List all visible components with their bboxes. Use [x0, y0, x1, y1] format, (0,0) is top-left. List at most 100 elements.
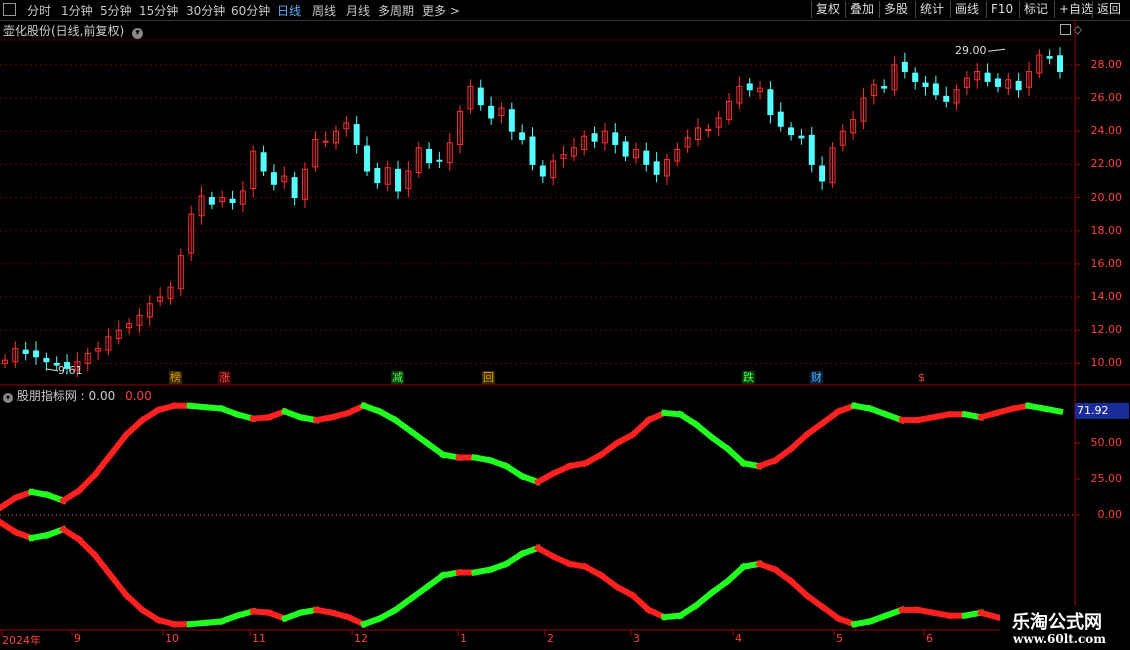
- site-logo: 乐淘公式网 www.60lt.com: [1000, 606, 1130, 650]
- price-tick-label: 20.00: [1090, 190, 1123, 204]
- candle-body: [984, 72, 991, 82]
- candle-body: [291, 177, 298, 199]
- price-tick-label: 24.00: [1090, 124, 1123, 138]
- indicator-upper-segment: [1040, 405, 1064, 415]
- date-label-8: 4: [735, 632, 742, 645]
- high-price-label: 29.00: [955, 44, 987, 58]
- event-marker-2[interactable]: 减: [391, 371, 404, 384]
- price-tick-label: 14.00: [1090, 290, 1123, 304]
- date-label-4: 12: [354, 632, 368, 645]
- candle-body: [932, 83, 939, 96]
- candle-body: [591, 133, 598, 142]
- indicator-upper-segment: [74, 470, 100, 495]
- candle-body: [808, 134, 815, 165]
- event-marker-1[interactable]: 涨: [218, 371, 231, 384]
- date-label-7: 3: [633, 632, 640, 645]
- indicator-tick-label: 25.00: [1090, 472, 1123, 486]
- candle-body: [622, 141, 629, 157]
- candle-body: [260, 152, 267, 172]
- date-label-2: 10: [165, 632, 179, 645]
- date-label-3: 11: [252, 632, 266, 645]
- indicator-upper-segment: [786, 430, 812, 454]
- indicator-lower-segment: [628, 591, 653, 615]
- candle-body: [33, 350, 40, 358]
- date-label-5: 1: [460, 632, 467, 645]
- candle-body: [488, 105, 495, 119]
- candle-body: [788, 127, 795, 136]
- candle-body: [819, 165, 826, 182]
- event-marker-6[interactable]: $: [917, 371, 926, 384]
- price-tick-label: 26.00: [1090, 91, 1123, 105]
- candle-body: [653, 161, 660, 175]
- candle-body: [746, 83, 753, 91]
- candle-body: [1057, 55, 1063, 73]
- candle-body: [477, 87, 484, 106]
- indicator-upper-segment: [691, 420, 717, 442]
- candle-body: [374, 168, 381, 184]
- price-tick-label: 22.00: [1090, 157, 1123, 171]
- date-label-10: 6: [926, 632, 933, 645]
- candle-body: [229, 198, 236, 204]
- date-label-9: 5: [836, 632, 843, 645]
- candle-body: [208, 197, 215, 205]
- candle-body: [22, 349, 29, 354]
- candle-body: [643, 150, 650, 165]
- chart-canvas: [0, 20, 1130, 636]
- date-label-6: 2: [547, 632, 554, 645]
- indicator-lower-segment: [106, 571, 131, 600]
- indicator-lower-segment: [786, 576, 812, 600]
- low-arrow: [45, 368, 59, 372]
- candle-body: [364, 145, 371, 172]
- price-tick-label: 16.00: [1090, 256, 1123, 270]
- date-label-1: 9: [74, 632, 81, 645]
- candle-body: [436, 159, 443, 162]
- price-tick-label: 10.00: [1090, 356, 1123, 370]
- candle-body: [395, 168, 402, 192]
- indicator-lower-segment: [691, 588, 717, 610]
- candle-body: [994, 78, 1001, 87]
- candle-body: [881, 85, 888, 89]
- candle-body: [270, 172, 277, 185]
- indicator-tick-label: 50.00: [1090, 436, 1123, 450]
- candle-body: [922, 82, 929, 87]
- indicator-lower-segment: [74, 535, 100, 560]
- indicator-tick-label: 0.00: [1097, 508, 1123, 521]
- candle-body: [943, 95, 950, 102]
- candle-body: [519, 132, 526, 141]
- candle-body: [777, 111, 784, 127]
- logo-url: www.60lt.com: [1013, 632, 1106, 646]
- candle-body: [612, 132, 619, 145]
- candle-body: [539, 165, 546, 177]
- event-marker-5[interactable]: 财: [810, 371, 823, 384]
- candle-body: [322, 140, 329, 143]
- candle-body: [353, 124, 360, 145]
- candle-body: [529, 136, 536, 165]
- candle-body: [1015, 80, 1022, 91]
- high-arrow: [987, 48, 1006, 52]
- candle-body: [901, 61, 908, 73]
- indicator-upper-segment: [628, 415, 653, 439]
- candle-body: [1046, 56, 1053, 59]
- logo-name: 乐淘公式网: [1012, 612, 1102, 633]
- indicator-upper-segment: [122, 415, 147, 439]
- date-label-0: 2024年: [2, 634, 41, 647]
- candle-body: [767, 89, 774, 116]
- event-marker-4[interactable]: 跌: [742, 371, 755, 384]
- candle-body: [426, 148, 433, 164]
- event-marker-3[interactable]: 回: [482, 371, 495, 384]
- indicator-upper-segment: [106, 430, 131, 459]
- low-price-label: 9.61: [58, 363, 83, 377]
- candle-body: [43, 357, 50, 363]
- candle-body: [508, 109, 515, 132]
- indicator-upper-segment: [90, 450, 115, 479]
- price-tick-label: 18.00: [1090, 223, 1123, 237]
- price-tick-label: 28.00: [1090, 57, 1123, 71]
- candle-body: [912, 72, 919, 82]
- indicator-lower-segment: [122, 591, 147, 615]
- price-tick-label: 12.00: [1090, 323, 1123, 337]
- candle-body: [798, 135, 805, 139]
- candle-body: [705, 129, 712, 132]
- indicator-current-value: 71.92: [1075, 402, 1129, 419]
- event-marker-0[interactable]: 榜: [169, 371, 182, 384]
- indicator-lower-segment: [90, 551, 115, 580]
